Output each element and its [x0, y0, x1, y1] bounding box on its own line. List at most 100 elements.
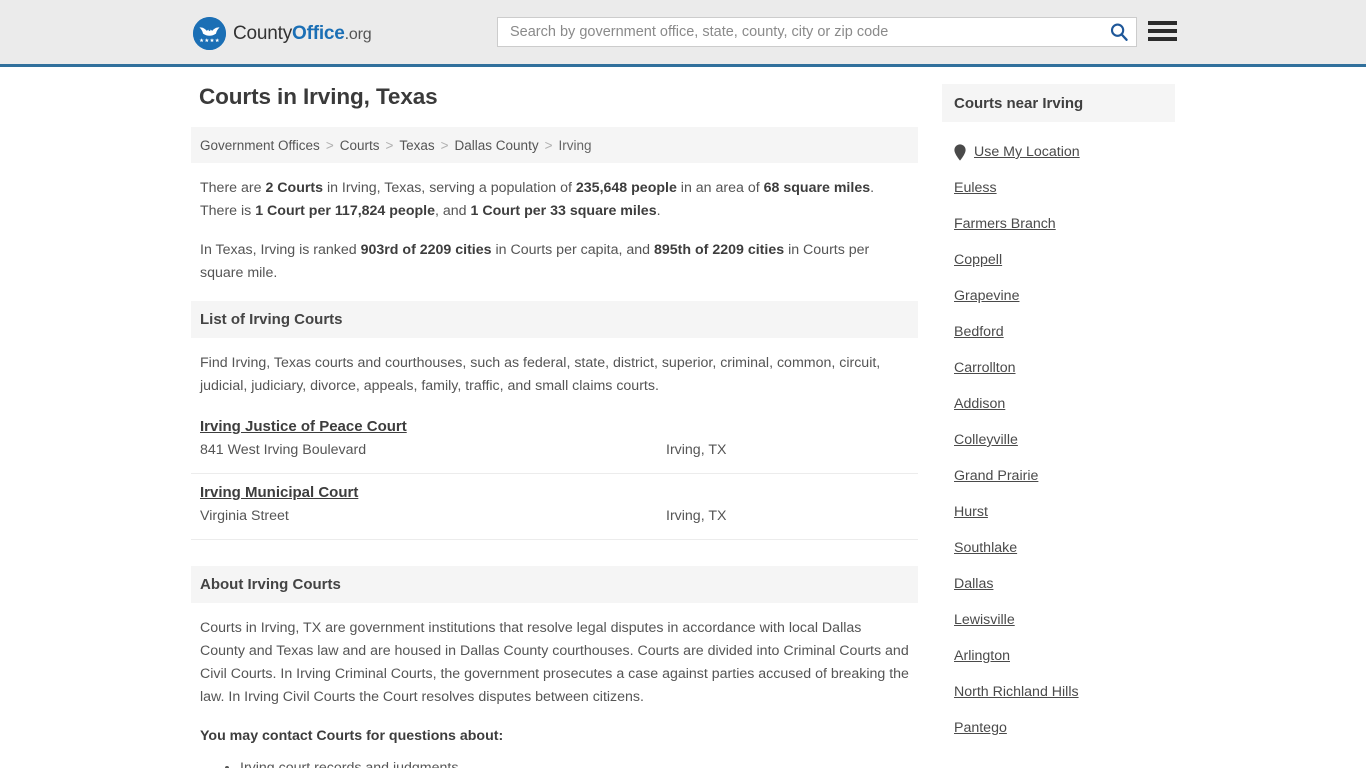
rank-per-area: 895th of 2209 cities	[654, 242, 785, 258]
hamburger-menu-icon[interactable]	[1148, 17, 1177, 45]
about-paragraph: Courts in Irving, TX are government inst…	[200, 620, 909, 705]
court-listing-item[interactable]: Irving Justice of Peace Court 841 West I…	[191, 408, 918, 474]
intro-statistics: There are 2 Courts in Irving, Texas, ser…	[191, 163, 918, 285]
sidebar-item-farmers-branch[interactable]: Farmers Branch	[954, 206, 1175, 242]
sidebar-city-link[interactable]: Euless	[954, 180, 997, 196]
stats-paragraph-2: In Texas, Irving is ranked 903rd of 2209…	[200, 239, 909, 285]
breadcrumb-separator: >	[440, 137, 449, 153]
sidebar-city-link[interactable]: Bedford	[954, 324, 1004, 340]
sidebar-item-coppell[interactable]: Coppell	[954, 242, 1175, 278]
sidebar-item-southlake[interactable]: Southlake	[954, 530, 1175, 566]
list-section-description: Find Irving, Texas courts and courthouse…	[200, 355, 881, 394]
sidebar-nearby-courts: Courts near Irving Use My Location Eules…	[942, 84, 1175, 746]
stats-text: in an area of	[676, 180, 764, 196]
rank-text: In Texas, Irving is ranked	[200, 242, 361, 258]
court-city-state: Irving, TX	[666, 508, 727, 524]
page-body: Courts in Irving, Texas Government Offic…	[0, 67, 1366, 768]
site-logo-text: CountyOffice.org	[233, 22, 372, 45]
sidebar-city-link[interactable]: Carrollton	[954, 360, 1016, 376]
rank-per-capita: 903rd of 2209 cities	[360, 242, 492, 258]
sidebar-item-dallas[interactable]: Dallas	[954, 566, 1175, 602]
sidebar-item-addison[interactable]: Addison	[954, 386, 1175, 422]
sidebar-item-carrollton[interactable]: Carrollton	[954, 350, 1175, 386]
about-section-body: Courts in Irving, TX are government inst…	[191, 603, 918, 768]
menu-bar-2	[1148, 29, 1177, 33]
sidebar-item-grand-prairie[interactable]: Grand Prairie	[954, 458, 1175, 494]
stats-area: 68 square miles	[763, 180, 871, 196]
breadcrumb-item-government-offices[interactable]: Government Offices	[200, 138, 320, 153]
logo-text-office: Office	[292, 22, 345, 44]
stats-population: 235,648 people	[575, 180, 677, 196]
sidebar-city-link[interactable]: Pantego	[954, 720, 1007, 736]
rank-text: in Courts per capita, and	[491, 242, 654, 258]
sidebar-item-pantego[interactable]: Pantego	[954, 710, 1175, 746]
sidebar-city-link[interactable]: Grand Prairie	[954, 468, 1038, 484]
list-section-title: List of Irving Courts	[200, 311, 343, 328]
about-section-title: About Irving Courts	[200, 576, 341, 593]
breadcrumb-item-irving: Irving	[558, 137, 592, 153]
site-header: CountyOffice.org	[0, 0, 1366, 67]
sidebar-city-link[interactable]: Dallas	[954, 576, 993, 592]
breadcrumb-separator: >	[325, 137, 334, 153]
breadcrumb-item-courts[interactable]: Courts	[340, 138, 380, 153]
stats-text: .	[656, 203, 661, 219]
contact-topics-list: Irving court records and judgments Law d…	[200, 758, 909, 768]
stats-per-capita: 1 Court per 117,824 people	[255, 203, 435, 219]
eagle-seal-icon	[193, 17, 226, 50]
sidebar-item-arlington[interactable]: Arlington	[954, 638, 1175, 674]
court-name-link[interactable]: Irving Municipal Court	[200, 484, 358, 501]
sidebar-city-link[interactable]: Addison	[954, 396, 1005, 412]
sidebar-city-link[interactable]: North Richland Hills	[954, 684, 1079, 700]
contact-intro: You may contact Courts for questions abo…	[200, 728, 504, 744]
stats-text: , and	[435, 203, 471, 219]
stats-courts-count: 2 Courts	[265, 180, 323, 196]
sidebar-header: Courts near Irving	[942, 84, 1175, 122]
sidebar-city-link[interactable]: Colleyville	[954, 432, 1018, 448]
list-section-header: List of Irving Courts	[191, 301, 918, 338]
breadcrumb-item-dallas-county[interactable]: Dallas County	[455, 138, 539, 153]
search-icon[interactable]	[1102, 18, 1136, 46]
search-bar[interactable]	[497, 17, 1137, 47]
about-section-header: About Irving Courts	[191, 566, 918, 603]
logo-text-org: .org	[344, 25, 372, 43]
court-name-link[interactable]: Irving Justice of Peace Court	[200, 418, 407, 435]
sidebar-city-link[interactable]: Arlington	[954, 648, 1010, 664]
main-content-column: Courts in Irving, Texas Government Offic…	[191, 84, 918, 768]
breadcrumb-item-texas[interactable]: Texas	[399, 138, 434, 153]
sidebar-item-euless[interactable]: Euless	[954, 170, 1175, 206]
sidebar-city-link[interactable]: Southlake	[954, 540, 1017, 556]
sidebar-item-north-richland-hills[interactable]: North Richland Hills	[954, 674, 1175, 710]
court-address: Virginia Street	[200, 508, 289, 524]
sidebar-item-colleyville[interactable]: Colleyville	[954, 422, 1175, 458]
sidebar-item-lewisville[interactable]: Lewisville	[954, 602, 1175, 638]
sidebar-city-list: Use My Location Euless Farmers Branch Co…	[942, 122, 1175, 746]
page-title: Courts in Irving, Texas	[199, 84, 438, 109]
sidebar-item-hurst[interactable]: Hurst	[954, 494, 1175, 530]
logo-text-county: County	[233, 22, 293, 44]
sidebar-city-link[interactable]: Coppell	[954, 252, 1002, 268]
map-pin-icon	[954, 143, 966, 161]
sidebar-item-bedford[interactable]: Bedford	[954, 314, 1175, 350]
stats-text: in Irving, Texas, serving a population o…	[323, 180, 576, 196]
stats-per-area: 1 Court per 33 square miles	[470, 203, 657, 219]
list-section-body: Find Irving, Texas courts and courthouse…	[191, 338, 918, 398]
list-item: Irving court records and judgments	[240, 758, 909, 768]
breadcrumb: Government Offices > Courts > Texas > Da…	[191, 127, 918, 163]
stats-paragraph-1: There are 2 Courts in Irving, Texas, ser…	[200, 177, 909, 223]
sidebar-city-link[interactable]: Farmers Branch	[954, 216, 1056, 232]
site-logo[interactable]: CountyOffice.org	[193, 17, 372, 50]
sidebar-city-link[interactable]: Lewisville	[954, 612, 1015, 628]
breadcrumb-separator: >	[544, 137, 553, 153]
court-address: 841 West Irving Boulevard	[200, 442, 367, 458]
menu-bar-3	[1148, 37, 1177, 41]
use-my-location-link[interactable]: Use My Location	[974, 144, 1080, 160]
menu-bar-1	[1148, 21, 1177, 25]
sidebar-city-link[interactable]: Hurst	[954, 504, 988, 520]
sidebar-item-grapevine[interactable]: Grapevine	[954, 278, 1175, 314]
sidebar-city-link[interactable]: Grapevine	[954, 288, 1019, 304]
search-input[interactable]	[508, 19, 1102, 45]
court-listing-item[interactable]: Irving Municipal Court Virginia Street I…	[191, 474, 918, 540]
sidebar-item-use-my-location[interactable]: Use My Location	[954, 134, 1175, 170]
breadcrumb-separator: >	[385, 137, 394, 153]
